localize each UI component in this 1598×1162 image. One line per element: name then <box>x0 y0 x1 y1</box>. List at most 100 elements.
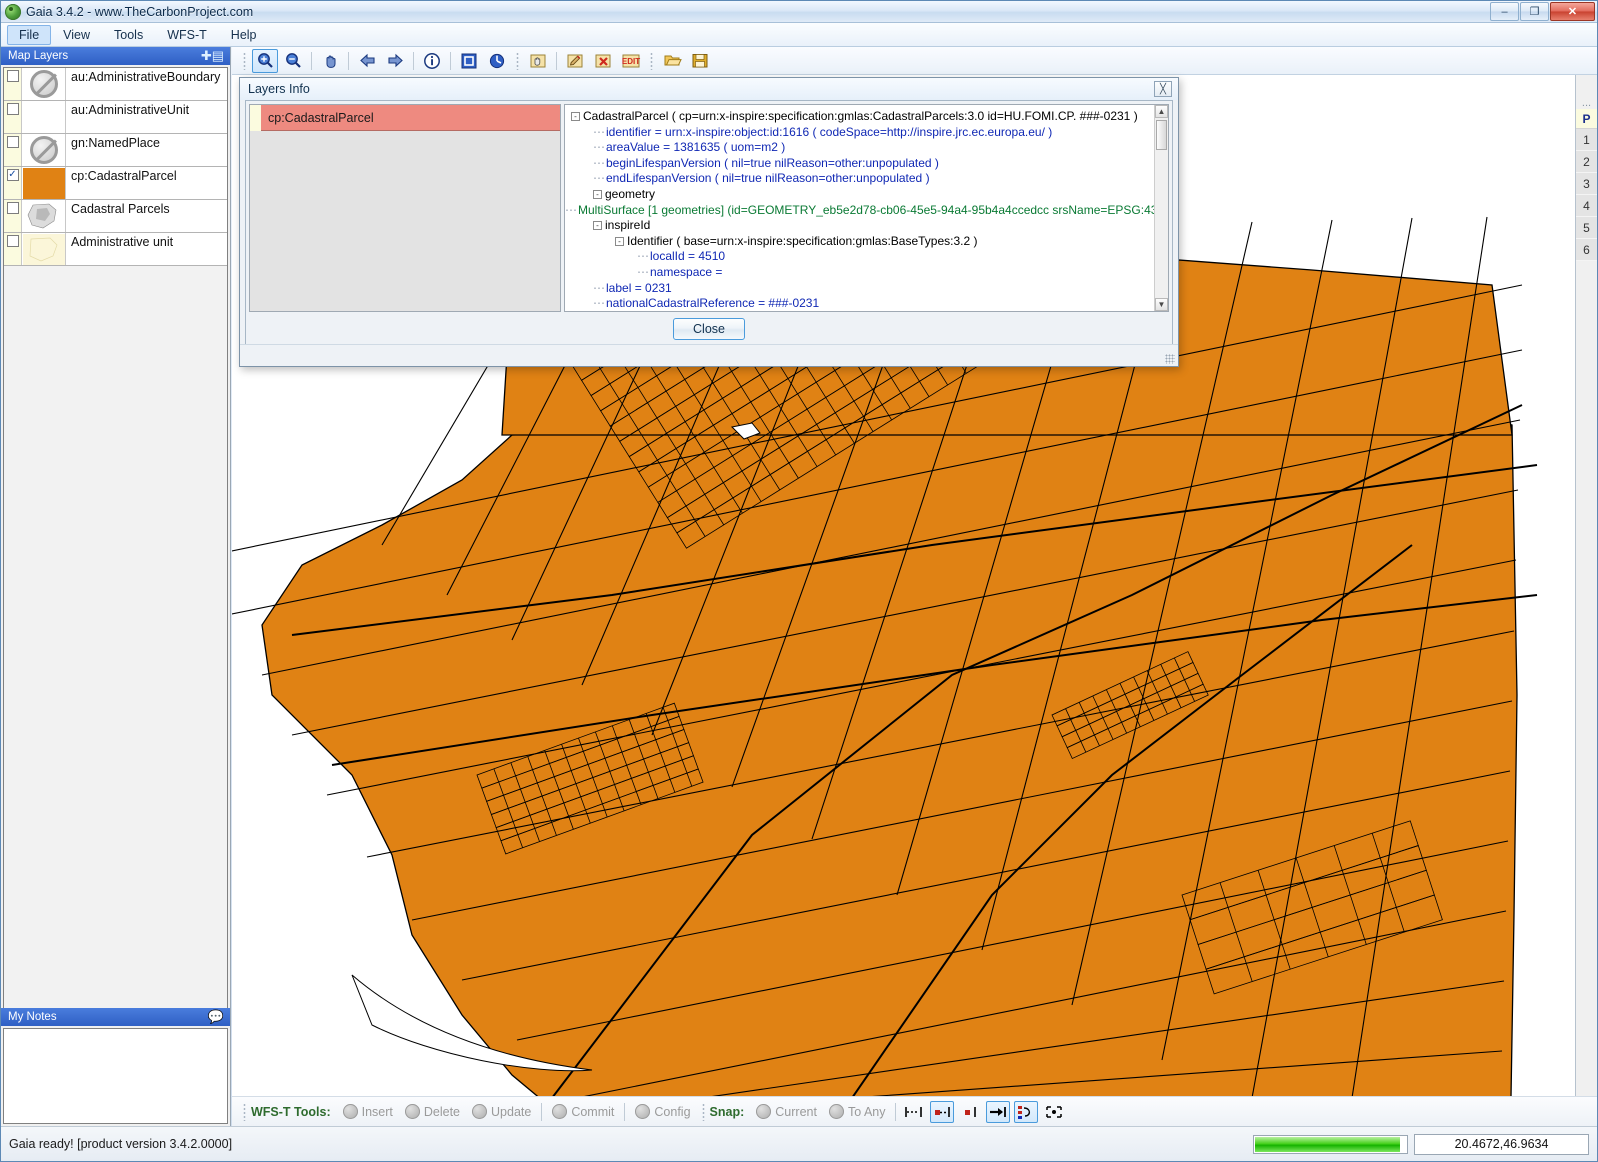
dialog-feature-tree[interactable]: - CadastralParcel ( cp=urn:x-inspire:spec… <box>564 104 1169 312</box>
layer-visibility-cell[interactable] <box>4 233 22 265</box>
tree-node[interactable]: ⋯ label = 0231 <box>565 281 1154 297</box>
tree-expander-icon[interactable]: - <box>593 221 602 231</box>
snap-trace-icon[interactable] <box>1014 1100 1039 1123</box>
layers-info-dialog[interactable]: Layers Info ╳ cp:CadastralParcel - Cadast… <box>239 77 1179 367</box>
tree-node[interactable]: - inspireId <box>565 218 1154 234</box>
edit-feature-icon[interactable] <box>562 49 588 73</box>
strip-row[interactable]: 6 <box>1576 239 1597 261</box>
scroll-down-arrow-icon[interactable]: ▼ <box>1155 298 1168 311</box>
tree-node[interactable]: ⋯ nationalCadastralReference = ###-0231 <box>565 296 1154 311</box>
strip-row[interactable]: 2 <box>1576 151 1597 173</box>
tree-expander-icon[interactable]: - <box>593 189 602 199</box>
menu-view[interactable]: View <box>51 25 102 45</box>
layer-row-named-place[interactable]: gn:NamedPlace <box>4 134 227 167</box>
my-notes-body[interactable] <box>3 1028 228 1124</box>
wfs-config-button[interactable]: Config <box>635 1104 691 1119</box>
layer-visibility-cell[interactable] <box>4 200 22 232</box>
snap-segment-icon[interactable] <box>902 1101 926 1123</box>
maximize-button[interactable]: ❐ <box>1520 2 1549 21</box>
tree-node[interactable]: ⋯ identifier = urn:x-inspire:object:id:16… <box>565 125 1154 141</box>
edit-mode-icon[interactable]: EDIT <box>618 49 644 73</box>
layer-list[interactable]: au:AdministrativeBoundary au:Administrat… <box>3 67 228 1126</box>
feature-attribute-tree[interactable]: - CadastralParcel ( cp=urn:x-inspire:spec… <box>565 109 1154 311</box>
snap-end-icon[interactable] <box>958 1101 982 1123</box>
identify-info-icon[interactable] <box>419 49 445 73</box>
close-button[interactable]: ✕ <box>1550 2 1595 21</box>
wfs-commit-button[interactable]: Commit <box>552 1104 614 1119</box>
strip-row[interactable]: 4 <box>1576 195 1597 217</box>
tree-node[interactable]: - Identifier ( base=urn:x-inspire:specifi… <box>565 234 1154 250</box>
wfs-delete-button[interactable]: Delete <box>404 1104 460 1119</box>
zoom-out-icon[interactable] <box>280 49 306 73</box>
pan-hand-icon[interactable] <box>317 49 343 73</box>
back-arrow-icon[interactable] <box>354 49 380 73</box>
tree-node[interactable]: ⋯ localId = 4510 <box>565 249 1154 265</box>
attribute-strip[interactable]: ... P 1 2 3 4 5 6 <box>1575 75 1597 1096</box>
snap-vertex-icon[interactable] <box>930 1100 955 1123</box>
strip-row[interactable]: 5 <box>1576 217 1597 239</box>
select-feature-icon[interactable] <box>525 49 551 73</box>
tree-node[interactable]: ⋯ beginLifespanVersion ( nil=true nilReas… <box>565 156 1154 172</box>
forward-arrow-icon[interactable] <box>382 49 408 73</box>
tree-scrollbar[interactable]: ▲ ▼ <box>1154 105 1168 311</box>
tree-expander-icon[interactable]: - <box>615 236 624 246</box>
tree-node[interactable]: ⋯ areaValue = 1381635 ( uom=m2 ) <box>565 140 1154 156</box>
dialog-resize-grip[interactable] <box>1165 354 1175 364</box>
dialog-layer-list[interactable]: cp:CadastralParcel <box>249 104 561 312</box>
refresh-icon[interactable] <box>484 49 510 73</box>
toolbar-grip[interactable] <box>516 51 519 70</box>
layer-row-cadastral-parcel[interactable]: ✓ cp:CadastralParcel <box>4 167 227 200</box>
tree-node[interactable]: ⋯ MultiSurface [1 geometries] (id=GEOMETR… <box>565 203 1154 219</box>
minimize-button[interactable]: – <box>1490 2 1519 21</box>
layer-row-administrative-unit-group[interactable]: Administrative unit <box>4 233 227 266</box>
layer-row-cadastral-parcels-group[interactable]: Cadastral Parcels <box>4 200 227 233</box>
layer-row-administrative-unit[interactable]: au:AdministrativeUnit <box>4 101 227 134</box>
dialog-close-icon[interactable]: ╳ <box>1154 81 1172 97</box>
layer-checkbox-checked[interactable]: ✓ <box>6 169 19 181</box>
tree-node[interactable]: ⋯ namespace = <box>565 265 1154 281</box>
snap-current-button[interactable]: Current <box>756 1104 817 1119</box>
wfs-toolbar-grip[interactable] <box>243 1102 246 1121</box>
toolbar-grip[interactable] <box>650 51 653 70</box>
layer-visibility-cell[interactable] <box>4 68 22 100</box>
toolbar-separator <box>556 51 557 70</box>
zoom-in-icon[interactable] <box>252 48 278 73</box>
menu-tools[interactable]: Tools <box>102 25 155 45</box>
menu-file[interactable]: File <box>7 24 52 45</box>
layer-checkbox[interactable] <box>6 70 19 82</box>
tree-node-label: label = 0231 <box>606 280 672 295</box>
layer-checkbox[interactable] <box>6 202 19 214</box>
delete-feature-icon[interactable] <box>590 49 616 73</box>
layer-checkbox[interactable] <box>6 103 19 115</box>
zoom-full-extent-icon[interactable] <box>456 49 482 73</box>
menu-wfs-t[interactable]: WFS-T <box>155 25 219 45</box>
strip-row[interactable]: 1 <box>1576 129 1597 151</box>
wfs-update-button[interactable]: Update <box>472 1104 531 1119</box>
snap-toolbar-grip[interactable] <box>701 1102 705 1121</box>
snap-node-icon[interactable] <box>986 1100 1011 1123</box>
menu-help[interactable]: Help <box>219 25 269 45</box>
wfs-insert-button[interactable]: Insert <box>342 1104 393 1119</box>
layer-checkbox[interactable] <box>6 136 19 148</box>
dialog-close-button[interactable]: Close <box>673 318 745 340</box>
layer-visibility-cell[interactable]: ✓ <box>4 167 22 199</box>
tree-node[interactable]: - geometry <box>565 187 1154 203</box>
layer-checkbox[interactable] <box>6 235 19 247</box>
add-layer-icon[interactable]: ✚▤ <box>201 48 224 64</box>
note-balloon-icon[interactable]: 💬 <box>208 1009 224 1025</box>
layer-visibility-cell[interactable] <box>4 134 22 166</box>
scrollbar-thumb[interactable] <box>1156 120 1167 150</box>
layer-row-administrative-boundary[interactable]: au:AdministrativeBoundary <box>4 68 227 101</box>
snap-extent-icon[interactable] <box>1042 1101 1066 1123</box>
layer-visibility-cell[interactable] <box>4 101 22 133</box>
tree-node[interactable]: ⋯ endLifespanVersion ( nil=true nilReason… <box>565 171 1154 187</box>
tree-expander-icon[interactable]: - <box>571 112 580 121</box>
save-file-icon[interactable] <box>687 49 713 73</box>
dialog-selected-layer[interactable]: cp:CadastralParcel <box>250 105 560 131</box>
open-file-icon[interactable] <box>659 49 685 73</box>
toolbar-grip[interactable] <box>243 51 246 70</box>
tree-node[interactable]: - CadastralParcel ( cp=urn:x-inspire:spec… <box>565 109 1154 125</box>
scroll-up-arrow-icon[interactable]: ▲ <box>1155 105 1168 118</box>
strip-row[interactable]: 3 <box>1576 173 1597 195</box>
snap-to-any-button[interactable]: To Any <box>828 1104 885 1119</box>
